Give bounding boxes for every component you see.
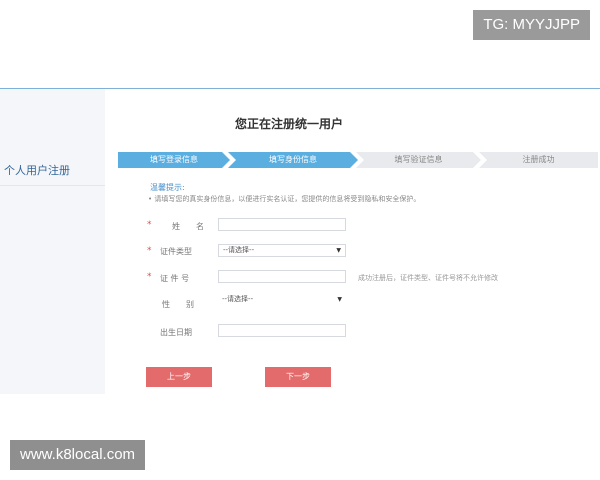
name-input[interactable] [218,218,346,231]
tip-text: • 请填写您的真实身份信息，以便进行实名认证，您提供的信息将受到隐私和安全保护。 [148,195,421,203]
watermark-url: www.k8local.com [10,440,146,470]
tip-title: 温馨提示: [150,183,185,192]
step-identity-info: 填写身份信息 [228,152,358,168]
watermark-tg: TG: MYYJJPP [473,10,590,40]
id-type-select[interactable]: --请选择-- ▼ [218,244,346,257]
id-number-label: 证 件 号 [160,274,190,283]
registration-window: 个人用户注册 您正在注册统一用户 填写登录信息 填写身份信息 填写验证信息 注册… [0,88,600,394]
dropdown-arrow-icon: ▼ [336,247,341,254]
page-title: 您正在注册统一用户 [235,117,344,131]
gender-select[interactable]: --请选择-- ▼ [218,294,346,307]
required-mark: * [147,272,152,282]
id-type-label: 证件类型 [160,247,192,256]
gender-value: --请选择-- [222,295,254,303]
id-number-hint: 成功注册后，证件类型、证件号将不允许修改 [358,274,498,282]
name-label: 姓 名 [172,222,204,231]
step-progress: 填写登录信息 填写身份信息 填写验证信息 注册成功 [118,152,598,168]
dropdown-arrow-icon: ▼ [337,296,342,303]
sidebar-divider [0,185,105,186]
next-step-button[interactable]: 下一步 [265,367,331,387]
required-mark: * [147,220,152,230]
id-type-value: --请选择-- [223,246,255,254]
birthday-input[interactable] [218,324,346,337]
prev-step-button[interactable]: 上一步 [146,367,212,387]
birthday-label: 出生日期 [160,328,192,337]
required-mark: * [147,246,152,256]
step-login-info: 填写登录信息 [118,152,230,168]
gender-label: 性 别 [162,300,194,309]
id-number-input[interactable] [218,270,346,283]
step-verification-info: 填写验证信息 [356,152,481,168]
sidebar: 个人用户注册 [0,89,105,394]
sidebar-item-personal-registration[interactable]: 个人用户注册 [4,162,70,178]
step-registration-success: 注册成功 [479,152,598,168]
